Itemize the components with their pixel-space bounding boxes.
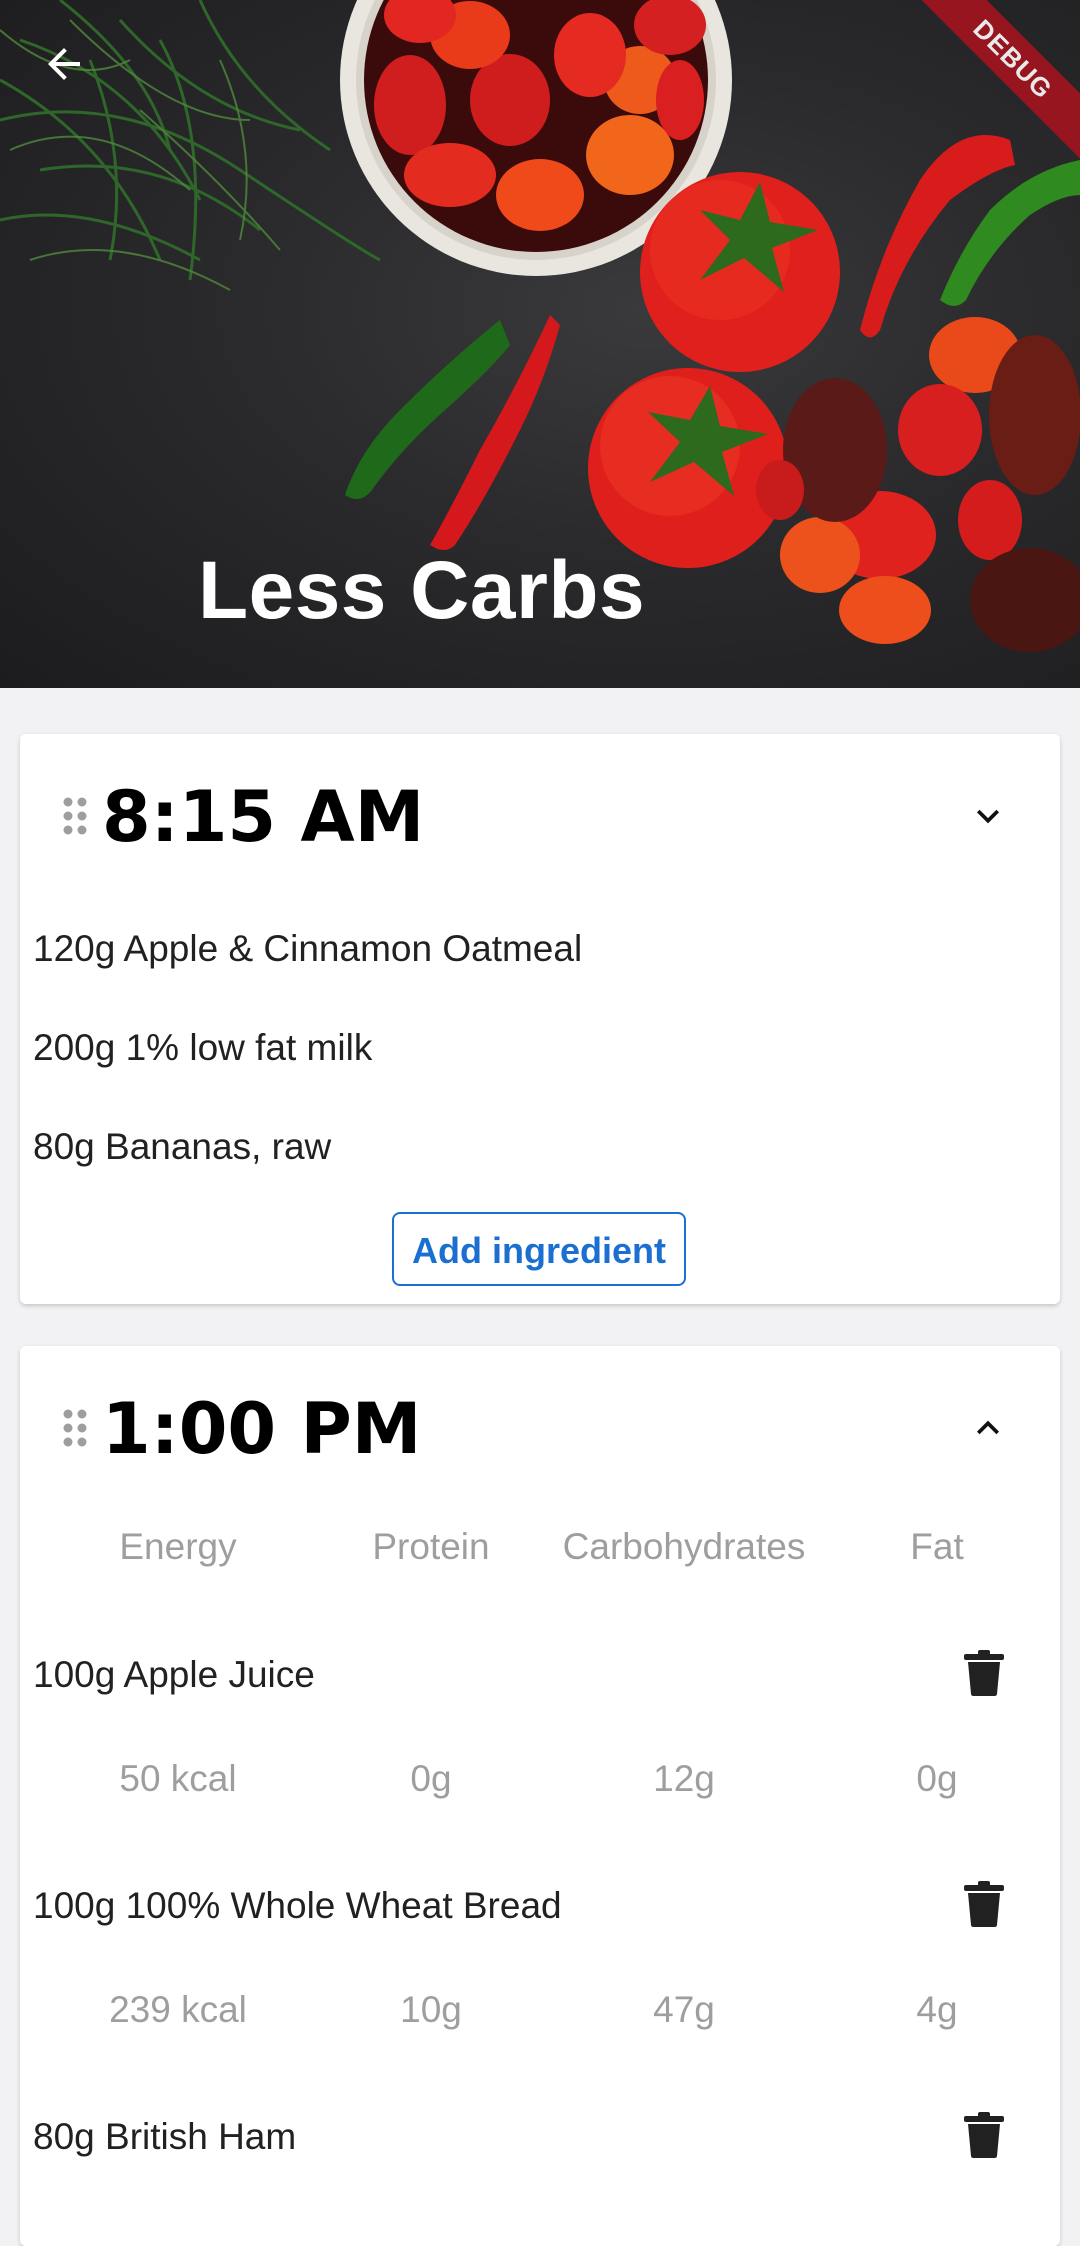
page-title: Less Carbs — [198, 545, 646, 636]
energy-value: 239 kcal — [109, 1989, 247, 2030]
nutrient-values-row: 50 kcal 0g 12g 0g — [20, 1754, 1060, 1804]
drag-handle-icon[interactable] — [62, 1408, 88, 1448]
food-item-name[interactable]: 100g Apple Juice — [33, 1656, 315, 1693]
nutrient-header-row: Energy Protein Carbohydrates Fat — [20, 1522, 1060, 1572]
meal-card-header[interactable]: 8:15 AM — [20, 734, 1060, 894]
meal-time: 1:00 PM — [102, 1388, 422, 1470]
delete-icon[interactable] — [964, 2112, 1004, 2158]
protein-value: 10g — [400, 1989, 462, 2030]
drag-handle-icon[interactable] — [62, 796, 88, 836]
column-header-protein: Protein — [372, 1526, 490, 1567]
food-item-name[interactable]: 80g British Ham — [33, 2118, 296, 2155]
carbs-value: 47g — [653, 1989, 715, 2030]
chevron-down-icon — [977, 809, 999, 824]
collapse-button[interactable] — [964, 1404, 1012, 1452]
add-ingredient-button[interactable]: Add ingredient — [392, 1212, 686, 1286]
header-image: Less Carbs DEBUG — [0, 0, 1080, 688]
fat-value: 0g — [916, 1758, 958, 1799]
column-header-carbohydrates: Carbohydrates — [562, 1526, 806, 1567]
fat-value: 4g — [916, 1989, 958, 2030]
ingredient-item[interactable]: 80g Bananas, raw — [33, 1128, 331, 1165]
energy-value: 50 kcal — [119, 1758, 237, 1799]
arrow-back-icon — [48, 48, 80, 80]
expand-button[interactable] — [964, 792, 1012, 840]
back-button[interactable] — [40, 40, 116, 116]
nutrient-values-row: 239 kcal 10g 47g 4g — [20, 1985, 1060, 2035]
ingredient-item[interactable]: 120g Apple & Cinnamon Oatmeal — [33, 930, 582, 967]
delete-icon[interactable] — [964, 1650, 1004, 1696]
protein-value: 0g — [410, 1758, 452, 1799]
meal-card: 8:15 AM 120g Apple & Cinnamon Oatmeal 20… — [20, 734, 1060, 1304]
carbs-value: 12g — [653, 1758, 715, 1799]
column-header-energy: Energy — [119, 1526, 237, 1567]
delete-icon[interactable] — [964, 1881, 1004, 1927]
column-header-fat: Fat — [910, 1526, 964, 1567]
meal-card: 1:00 PM Energy Protein Carbohydrates Fat… — [20, 1346, 1060, 2246]
food-item-name[interactable]: 100g 100% Whole Wheat Bread — [33, 1887, 562, 1924]
ingredient-item[interactable]: 200g 1% low fat milk — [33, 1029, 372, 1066]
chevron-up-icon — [977, 1420, 999, 1435]
meal-card-header[interactable]: 1:00 PM — [20, 1346, 1060, 1506]
meal-time: 8:15 AM — [102, 776, 425, 858]
